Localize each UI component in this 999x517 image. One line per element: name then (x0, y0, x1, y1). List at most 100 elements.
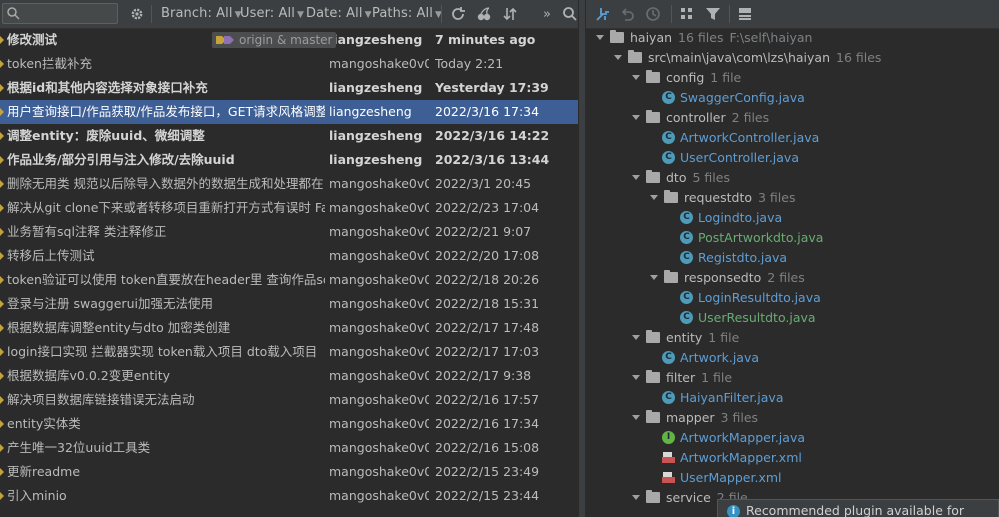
plugin-notification[interactable]: i Recommended plugin available for (717, 499, 999, 517)
panel-splitter[interactable] (578, 0, 586, 517)
tree-folder[interactable]: config 1 file (586, 68, 999, 88)
commit-author: mangoshake0v0 (329, 464, 429, 479)
commit-row[interactable]: 登录与注册 swaggerui加强无法使用 mangoshake0v0 2022/2… (0, 292, 578, 316)
commit-date: 2022/2/16 15:08 (435, 440, 540, 455)
chevron-down-icon[interactable] (596, 35, 604, 40)
commit-row[interactable]: 用户查询接口/作品获取/作品发布接口，GET请求风格调整, liangzeshen… (0, 100, 578, 124)
chevron-down-icon[interactable] (632, 75, 640, 80)
file-label: Logindto.java (698, 210, 783, 225)
tree-folder[interactable]: controller 2 files (586, 108, 999, 128)
tree-folder[interactable]: mapper 3 files (586, 408, 999, 428)
tree-file[interactable]: C UserResultdto.java (586, 308, 999, 328)
tree-folder[interactable]: src\main\java\com\lzs\haiyan 16 files (586, 48, 999, 68)
tree-file[interactable]: C Registdto.java (586, 248, 999, 268)
commit-row[interactable]: 引入minio mangoshake0v0 2022/2/15 23:44 (0, 484, 578, 508)
commit-date: 2022/2/16 17:57 (435, 392, 540, 407)
group-by-icon[interactable] (678, 5, 696, 23)
commit-row[interactable]: 业务暂有sql注释 类注释修正 mangoshake0v0 2022/2/21 9:… (0, 220, 578, 244)
tree-file[interactable]: C Artwork.java (586, 348, 999, 368)
chevron-down-icon[interactable] (632, 335, 640, 340)
commit-message: 业务暂有sql注释 类注释修正 (7, 224, 167, 239)
commit-author: liangzesheng (329, 128, 423, 143)
file-label: Registdto.java (698, 250, 788, 265)
commit-date: 2022/2/15 23:49 (435, 464, 540, 479)
gear-icon[interactable] (128, 5, 146, 23)
tree-folder[interactable]: haiyan 16 files F:\self\haiyan (586, 28, 999, 48)
branch-tag-label: origin & master (239, 33, 333, 47)
tree-file[interactable]: C SwaggerConfig.java (586, 88, 999, 108)
commit-row[interactable]: token验证可以使用 token直要放在header里 查询作品sql将 man… (0, 268, 578, 292)
chevron-down-icon[interactable] (632, 495, 640, 500)
java-class-icon: C (662, 131, 675, 144)
search-input[interactable] (25, 5, 115, 22)
chevron-down-icon[interactable] (632, 375, 640, 380)
tree-file[interactable]: C LoginResultdto.java (586, 288, 999, 308)
undo-icon[interactable] (618, 5, 636, 23)
tree-file[interactable]: C PostArtworkdto.java (586, 228, 999, 248)
commit-row[interactable]: login接口实现 拦截器实现 token载入项目 dto载入项目（分 mango… (0, 340, 578, 364)
tree-file[interactable]: C UserController.java (586, 148, 999, 168)
chevron-down-icon[interactable] (632, 175, 640, 180)
cherry-pick-icon[interactable] (475, 5, 493, 23)
filter-icon[interactable] (704, 5, 722, 23)
commit-date: 2022/2/18 20:26 (435, 272, 540, 287)
commit-message: 引入minio (7, 488, 67, 503)
date-filter[interactable]: Date: All ▼ (306, 6, 372, 21)
tree-file[interactable]: UserMapper.xml (586, 468, 999, 488)
user-filter[interactable]: User: All ▼ (240, 6, 304, 21)
search-box[interactable] (2, 3, 118, 24)
expand-icon[interactable] (594, 5, 612, 23)
commit-row[interactable]: 修改测试 liangzesheng 7 minutes ago origin & ma… (0, 28, 578, 52)
tree-file[interactable]: C Logindto.java (586, 208, 999, 228)
commit-message: login接口实现 拦截器实现 token载入项目 dto载入项目（分 (7, 344, 325, 359)
branch-filter[interactable]: Branch: All ▼ (161, 6, 242, 21)
more-icon[interactable]: » (538, 5, 556, 23)
java-class-icon: C (662, 351, 675, 364)
tree-file[interactable]: C HaiyanFilter.java (586, 388, 999, 408)
folder-label: dto 5 files (666, 170, 730, 185)
java-class-icon: C (662, 151, 675, 164)
commit-row[interactable]: 更新readme mangoshake0v0 2022/2/15 23:49 (0, 460, 578, 484)
tree-folder[interactable]: responsedto 2 files (586, 268, 999, 288)
commit-row[interactable]: 作品业务/部分引用与注入修改/去除uuid liangzesheng 2022/3/… (0, 148, 578, 172)
commit-author: mangoshake0v0 (329, 176, 429, 191)
java-class-icon: C (680, 311, 693, 324)
commit-date: 2022/2/17 17:48 (435, 320, 540, 335)
tree-folder[interactable]: requestdto 3 files (586, 188, 999, 208)
refresh-icon[interactable] (449, 5, 467, 23)
tree-folder[interactable]: entity 1 file (586, 328, 999, 348)
paths-filter-label: Paths: All (372, 6, 433, 21)
commit-marker (0, 300, 4, 308)
folder-label: filter 1 file (666, 370, 733, 385)
tree-file[interactable]: I ArtworkMapper.java (586, 428, 999, 448)
chevron-down-icon[interactable] (650, 195, 658, 200)
commit-author: mangoshake0v0 (329, 224, 429, 239)
tree-folder[interactable]: filter 1 file (586, 368, 999, 388)
search-icon[interactable] (561, 5, 578, 23)
chevron-down-icon[interactable] (632, 115, 640, 120)
commit-author: mangoshake0v0 (329, 488, 429, 503)
tree-folder[interactable]: dto 5 files (586, 168, 999, 188)
commit-row[interactable]: 解决从git clone下来或者转移项目重新打开方式有误时 Faile mango… (0, 196, 578, 220)
paths-filter[interactable]: Paths: All ▼ (372, 6, 442, 21)
chevron-down-icon[interactable] (614, 55, 622, 60)
commit-author: liangzesheng (329, 104, 412, 119)
chevron-down-icon[interactable] (632, 415, 640, 420)
commit-row[interactable]: 转移后上传测试 mangoshake0v0 2022/2/20 17:08 (0, 244, 578, 268)
commit-row[interactable]: 调整entity：废除uuid、微细调整 liangzesheng 2022/3/1… (0, 124, 578, 148)
commit-row[interactable]: 根据id和其他内容选择对象接口补充 liangzesheng Yesterday 1… (0, 76, 578, 100)
commit-row[interactable]: 根据数据库v0.0.2变更entity mangoshake0v0 2022/2/1… (0, 364, 578, 388)
layout-icon[interactable] (736, 5, 754, 23)
commit-row[interactable]: 删除无用类 规范以后除导入数据外的数据生成和处理都在 se mangoshake0… (0, 172, 578, 196)
commit-row[interactable]: token拦截补充 mangoshake0v0 Today 2:21 (0, 52, 578, 76)
commit-row[interactable]: 解决项目数据库链接错误无法启动 mangoshake0v0 2022/2/16 17… (0, 388, 578, 412)
commit-row[interactable]: entity实体类 mangoshake0v0 2022/2/16 17:34 (0, 412, 578, 436)
commit-row[interactable]: 根据数据库调整entity与dto 加密类创建 mangoshake0v0 2022… (0, 316, 578, 340)
commit-author: mangoshake0v0 (329, 296, 429, 311)
sort-icon[interactable] (501, 5, 519, 23)
history-icon[interactable] (644, 5, 662, 23)
commit-row[interactable]: 产生唯一32位uuid工具类 mangoshake0v0 2022/2/16 15:… (0, 436, 578, 460)
tree-file[interactable]: C ArtworkController.java (586, 128, 999, 148)
tree-file[interactable]: ArtworkMapper.xml (586, 448, 999, 468)
chevron-down-icon[interactable] (650, 275, 658, 280)
